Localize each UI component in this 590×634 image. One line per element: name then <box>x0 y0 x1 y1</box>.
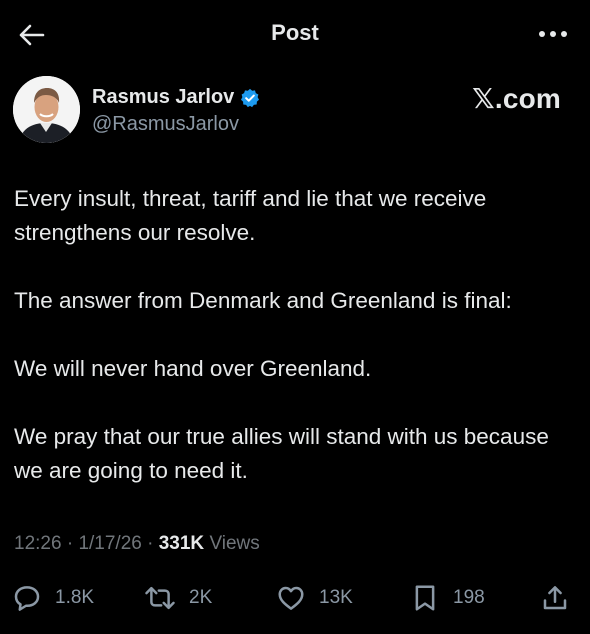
bookmark-count: 198 <box>453 587 485 608</box>
reply-count: 1.8K <box>55 587 95 608</box>
back-arrow-icon <box>19 24 45 46</box>
bookmark-icon <box>415 585 435 611</box>
meta-separator: · <box>61 533 79 554</box>
reply-icon <box>14 586 40 611</box>
post-time[interactable]: 12:26 <box>14 533 62 554</box>
repost-button[interactable]: 2K <box>144 578 212 618</box>
x-com-watermark: 𝕏.com <box>472 83 561 114</box>
avatar[interactable] <box>13 76 80 143</box>
avatar-image <box>13 76 80 143</box>
page-title: Post <box>271 20 319 45</box>
tweet-text: Every insult, threat, tariff and lie tha… <box>14 182 580 488</box>
repost-icon <box>145 586 175 610</box>
top-bar: Post <box>0 0 590 68</box>
reply-button[interactable]: 1.8K <box>12 578 94 618</box>
back-button[interactable] <box>14 18 48 52</box>
author-name[interactable]: Rasmus Jarlov <box>92 86 234 109</box>
author-handle[interactable]: @RasmusJarlov <box>92 113 239 136</box>
meta-separator: · <box>141 533 159 554</box>
action-bar: 1.8K 2K 13K 198 <box>0 578 590 618</box>
tweet-paragraph: Every insult, threat, tariff and lie tha… <box>14 186 487 245</box>
views-count: 331K <box>158 533 205 554</box>
verified-badge-icon <box>240 88 260 108</box>
tweet-paragraph: We pray that our true allies will stand … <box>14 424 549 483</box>
share-icon <box>543 586 567 610</box>
views-label: Views <box>209 533 260 554</box>
repost-count: 2K <box>189 587 213 608</box>
tweet-paragraph: The answer from Denmark and Greenland is… <box>14 288 512 313</box>
like-icon <box>278 586 304 610</box>
bookmark-button[interactable]: 198 <box>410 578 485 618</box>
tweet-paragraph: We will never hand over Greenland. <box>14 356 372 381</box>
author-row: Rasmus Jarlov <box>92 86 260 109</box>
like-button[interactable]: 13K <box>276 578 353 618</box>
share-button[interactable] <box>540 578 570 618</box>
tweet-meta: 12:26 · 1/17/26 · 331K Views <box>14 533 260 555</box>
post-date[interactable]: 1/17/26 <box>78 533 141 554</box>
more-button[interactable] <box>536 22 570 46</box>
like-count: 13K <box>319 587 353 608</box>
more-icon <box>539 31 567 37</box>
